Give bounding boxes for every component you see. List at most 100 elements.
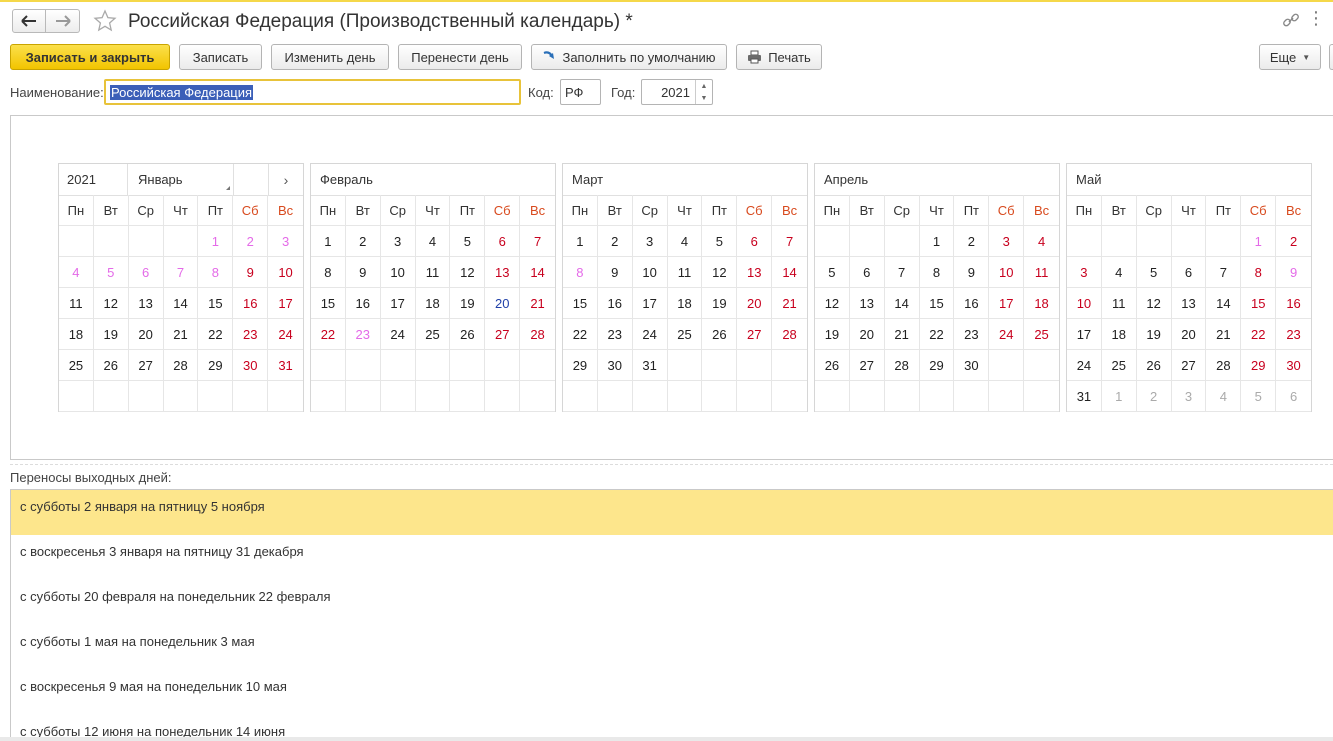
day-cell[interactable]: 1 xyxy=(563,226,598,257)
day-cell[interactable]: 30 xyxy=(597,350,633,381)
day-cell[interactable]: 27 xyxy=(128,350,164,381)
day-cell[interactable]: 5 xyxy=(450,226,486,257)
day-cell[interactable]: 14 xyxy=(884,288,920,319)
day-cell[interactable]: 15 xyxy=(198,288,234,319)
day-cell[interactable]: 11 xyxy=(415,257,451,288)
favorite-star-icon[interactable] xyxy=(93,9,117,36)
day-cell[interactable]: 2 xyxy=(1276,226,1311,257)
transfers-list[interactable]: с субботы 2 января на пятницу 5 ноября с… xyxy=(10,489,1333,741)
day-cell[interactable]: 13 xyxy=(1171,288,1207,319)
day-cell[interactable]: 9 xyxy=(233,257,269,288)
change-day-button[interactable]: Изменить день xyxy=(271,44,389,70)
day-cell[interactable]: 26 xyxy=(93,350,129,381)
day-cell[interactable]: 7 xyxy=(884,257,920,288)
day-cell[interactable]: 10 xyxy=(1067,288,1102,319)
horizontal-scrollbar[interactable] xyxy=(0,737,1333,741)
day-cell[interactable]: 6 xyxy=(128,257,164,288)
day-cell[interactable]: 26 xyxy=(815,350,850,381)
day-cell[interactable]: 5 xyxy=(93,257,129,288)
day-cell[interactable]: 17 xyxy=(1067,319,1102,350)
day-cell[interactable]: 23 xyxy=(1276,319,1311,350)
day-cell[interactable]: 7 xyxy=(163,257,199,288)
day-cell[interactable]: 12 xyxy=(450,257,486,288)
day-cell[interactable]: 12 xyxy=(815,288,850,319)
day-cell[interactable]: 7 xyxy=(1206,257,1242,288)
day-cell[interactable]: 24 xyxy=(989,319,1025,350)
day-cell[interactable]: 8 xyxy=(198,257,234,288)
day-cell[interactable]: 29 xyxy=(919,350,955,381)
day-cell[interactable]: 4 xyxy=(667,226,703,257)
day-cell[interactable]: 2 xyxy=(233,226,269,257)
next-month-icon[interactable]: › xyxy=(269,164,303,195)
day-cell[interactable]: 17 xyxy=(380,288,416,319)
day-cell[interactable]: 14 xyxy=(1206,288,1242,319)
day-cell[interactable]: 2 xyxy=(954,226,990,257)
save-button[interactable]: Записать xyxy=(179,44,262,70)
day-cell[interactable]: 28 xyxy=(1206,350,1242,381)
back-button[interactable] xyxy=(12,9,46,33)
day-cell[interactable]: 16 xyxy=(345,288,381,319)
day-cell[interactable]: 14 xyxy=(163,288,199,319)
day-cell[interactable]: 22 xyxy=(919,319,955,350)
transfer-row[interactable]: с субботы 1 мая на понедельник 3 мая xyxy=(11,625,1333,670)
day-cell[interactable]: 25 xyxy=(1024,319,1059,350)
day-cell[interactable]: 3 xyxy=(1171,381,1207,412)
day-cell[interactable]: 16 xyxy=(954,288,990,319)
transfer-row[interactable]: с воскресенья 3 января на пятницу 31 дек… xyxy=(11,535,1333,580)
day-cell[interactable]: 3 xyxy=(268,226,303,257)
day-cell[interactable]: 18 xyxy=(59,319,94,350)
fill-default-button[interactable]: Заполнить по умолчанию xyxy=(531,44,727,70)
day-cell[interactable]: 11 xyxy=(1101,288,1137,319)
day-cell[interactable]: 31 xyxy=(268,350,303,381)
day-cell[interactable]: 23 xyxy=(597,319,633,350)
day-cell[interactable]: 8 xyxy=(1241,257,1277,288)
code-field[interactable]: РФ xyxy=(560,79,601,105)
day-cell[interactable]: 9 xyxy=(954,257,990,288)
day-cell[interactable]: 14 xyxy=(520,257,555,288)
day-cell[interactable]: 7 xyxy=(772,226,807,257)
day-cell[interactable]: 18 xyxy=(415,288,451,319)
day-cell[interactable]: 3 xyxy=(380,226,416,257)
day-cell[interactable]: 6 xyxy=(485,226,521,257)
day-cell[interactable]: 25 xyxy=(59,350,94,381)
day-cell[interactable]: 15 xyxy=(563,288,598,319)
day-cell[interactable]: 16 xyxy=(1276,288,1311,319)
day-cell[interactable]: 23 xyxy=(345,319,381,350)
day-cell[interactable]: 24 xyxy=(268,319,303,350)
day-cell[interactable]: 26 xyxy=(450,319,486,350)
day-cell[interactable]: 26 xyxy=(1136,350,1172,381)
transfer-row[interactable]: с субботы 20 февраля на понедельник 22 ф… xyxy=(11,580,1333,625)
day-cell[interactable]: 6 xyxy=(849,257,885,288)
day-cell[interactable]: 22 xyxy=(1241,319,1277,350)
day-cell[interactable]: 12 xyxy=(702,257,738,288)
day-cell[interactable]: 1 xyxy=(919,226,955,257)
day-cell[interactable]: 17 xyxy=(268,288,303,319)
day-cell[interactable]: 21 xyxy=(1206,319,1242,350)
spin-up-icon[interactable]: ▲ xyxy=(701,83,708,90)
year-field[interactable]: 2021 ▲ ▼ xyxy=(641,79,713,105)
day-cell[interactable]: 3 xyxy=(1067,257,1102,288)
day-cell[interactable]: 24 xyxy=(632,319,668,350)
day-cell[interactable]: 3 xyxy=(989,226,1025,257)
day-cell[interactable]: 13 xyxy=(849,288,885,319)
day-cell[interactable]: 17 xyxy=(632,288,668,319)
day-cell[interactable]: 19 xyxy=(815,319,850,350)
day-cell[interactable]: 20 xyxy=(1171,319,1207,350)
transfer-row[interactable]: с воскресенья 9 мая на понедельник 10 ма… xyxy=(11,670,1333,715)
day-cell[interactable]: 9 xyxy=(345,257,381,288)
day-cell[interactable]: 5 xyxy=(1241,381,1277,412)
day-cell[interactable]: 24 xyxy=(380,319,416,350)
day-cell[interactable]: 1 xyxy=(311,226,346,257)
day-cell[interactable]: 11 xyxy=(667,257,703,288)
day-cell[interactable]: 5 xyxy=(1136,257,1172,288)
day-cell[interactable]: 1 xyxy=(198,226,234,257)
day-cell[interactable]: 4 xyxy=(1101,257,1137,288)
name-field[interactable]: Российская Федерация xyxy=(104,79,521,105)
forward-button[interactable] xyxy=(46,9,80,33)
day-cell[interactable]: 25 xyxy=(1101,350,1137,381)
day-cell[interactable]: 27 xyxy=(849,350,885,381)
day-cell[interactable]: 16 xyxy=(597,288,633,319)
day-cell[interactable]: 14 xyxy=(772,257,807,288)
move-day-button[interactable]: Перенести день xyxy=(398,44,522,70)
day-cell[interactable]: 6 xyxy=(1171,257,1207,288)
